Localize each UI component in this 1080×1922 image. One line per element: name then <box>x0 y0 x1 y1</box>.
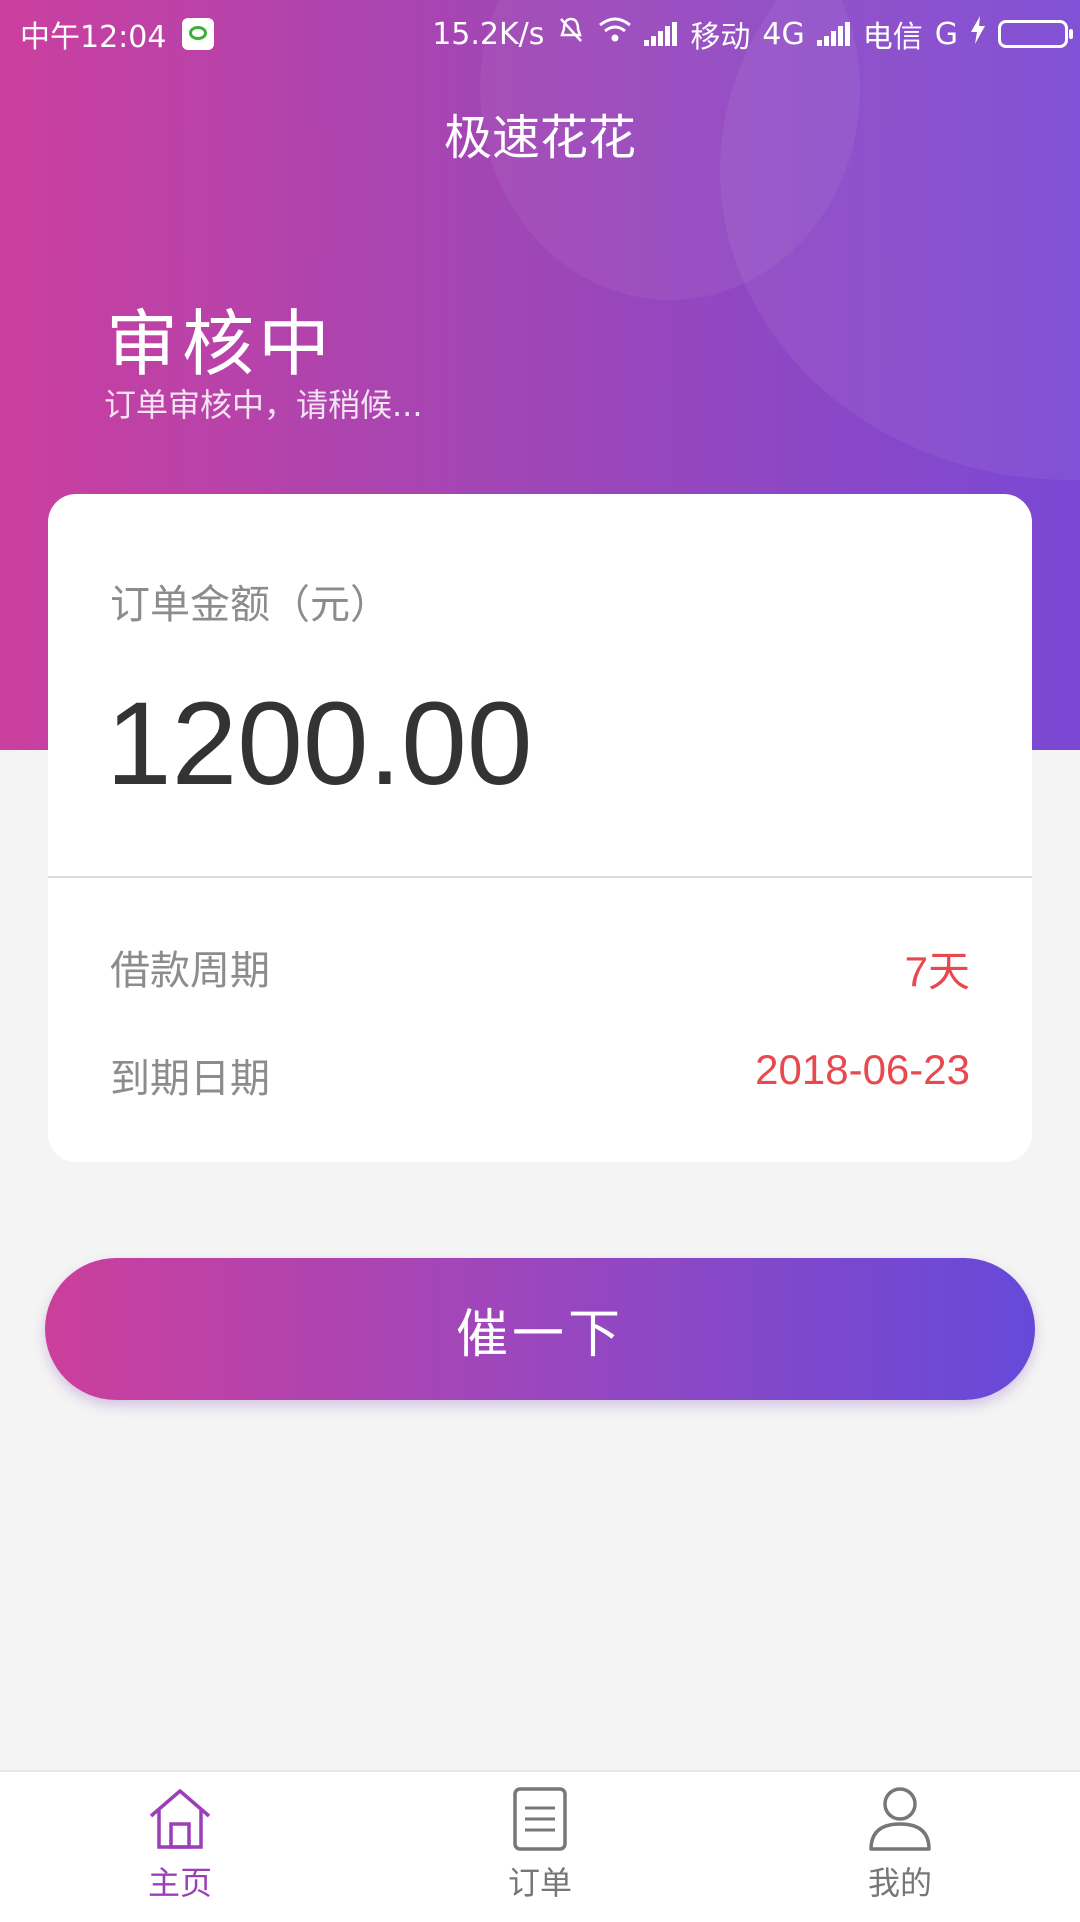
tab-home-label: 主页 <box>147 1864 212 1902</box>
wechat-notification-icon <box>182 18 215 50</box>
status-bar: 中午12:04 15.2K/s 移动 4G 电信 G <box>0 0 1080 62</box>
signal-icon <box>644 22 678 46</box>
decorative-circle <box>720 0 1080 480</box>
user-icon <box>869 1787 931 1851</box>
network-speed: 15.2K/s <box>432 16 545 52</box>
tab-profile-label: 我的 <box>867 1864 932 1902</box>
tab-profile[interactable]: 我的 <box>800 1786 1000 1904</box>
urge-button[interactable]: 催一下 <box>45 1258 1035 1400</box>
document-icon <box>513 1787 567 1851</box>
carrier-2: 电信 <box>862 20 923 55</box>
tab-orders-label: 订单 <box>507 1864 572 1902</box>
network-type-2: G <box>934 16 958 52</box>
wifi-icon <box>598 16 632 52</box>
amount-label: 订单金额（元） <box>110 582 390 628</box>
due-date-label: 到期日期 <box>110 1056 270 1102</box>
clock: 中午12:04 <box>20 20 167 55</box>
mute-icon <box>556 15 586 53</box>
status-subtitle: 订单审核中，请稍候... <box>104 386 423 424</box>
bottom-tab-bar: 主页 订单 我的 <box>0 1770 1080 1922</box>
charging-icon <box>970 16 986 52</box>
battery-icon <box>998 20 1073 48</box>
due-date-value: 2018-06-23 <box>755 1046 970 1093</box>
signal-icon <box>816 22 851 46</box>
tab-home[interactable]: 主页 <box>80 1786 280 1904</box>
home-icon <box>149 1789 211 1849</box>
status-heading: 审核中 <box>106 302 335 386</box>
carrier-1: 移动 <box>690 20 751 55</box>
order-card: 订单金额（元） 1200.00 借款周期 7天 到期日期 2018-06-23 <box>48 494 1032 1162</box>
divider <box>48 876 1032 878</box>
network-type-1: 4G <box>762 16 805 52</box>
amount-value: 1200.00 <box>106 678 533 810</box>
loan-period-label: 借款周期 <box>110 948 270 994</box>
tab-orders[interactable]: 订单 <box>440 1786 640 1904</box>
app-title: 极速花花 <box>443 110 636 166</box>
loan-period-value: 7天 <box>904 948 970 995</box>
